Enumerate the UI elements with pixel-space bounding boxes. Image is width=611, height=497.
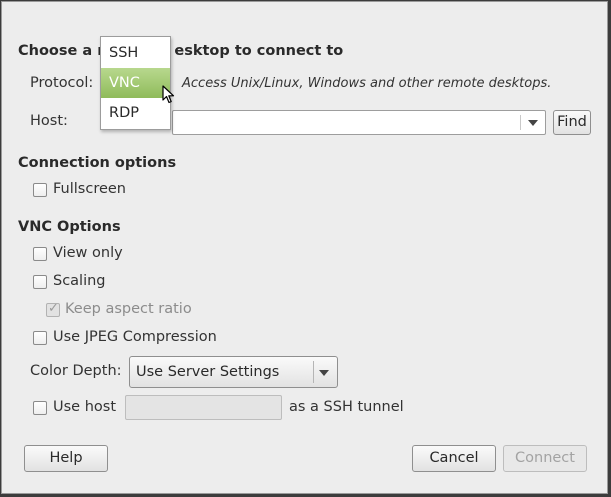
heading-suffix: esktop to connect to <box>174 43 344 59</box>
protocol-option-vnc[interactable]: VNC <box>101 68 170 98</box>
use-host-label[interactable]: Use host <box>53 399 116 415</box>
connect-button: Connect <box>503 445 587 472</box>
color-depth-separator <box>313 361 314 383</box>
heading-prefix: Choose a r <box>18 43 105 59</box>
host-label: Host: <box>30 113 68 129</box>
protocol-description: Access Unix/Linux, Windows and other rem… <box>182 76 552 91</box>
keep-aspect-checkbox: ✓ <box>46 301 60 317</box>
protocol-dropdown-menu: SSH VNC RDP <box>100 36 171 130</box>
scaling-label[interactable]: Scaling <box>53 273 106 289</box>
color-depth-value: Use Server Settings <box>136 364 280 380</box>
fullscreen-checkbox[interactable] <box>33 183 47 197</box>
use-host-checkbox[interactable] <box>33 401 47 415</box>
chevron-down-icon[interactable] <box>528 120 538 126</box>
vnc-options-heading: VNC Options <box>18 219 121 235</box>
color-depth-label: Color Depth: <box>30 363 122 379</box>
connect-dialog: Choose a r esktop to connect to Protocol:… <box>1 1 608 494</box>
scaling-checkbox[interactable] <box>33 275 47 289</box>
arrow-cursor-icon <box>162 85 175 104</box>
connection-options-heading: Connection options <box>18 155 177 171</box>
protocol-option-rdp[interactable]: RDP <box>101 98 170 128</box>
view-only-label[interactable]: View only <box>53 245 123 261</box>
host-combo[interactable] <box>172 110 546 135</box>
jpeg-compression-label[interactable]: Use JPEG Compression <box>53 329 217 345</box>
view-only-checkbox[interactable] <box>33 247 47 261</box>
help-button[interactable]: Help <box>24 445 108 472</box>
checkmark-icon: ✓ <box>48 301 59 316</box>
dialog-heading: Choose a r esktop to connect to <box>18 43 343 59</box>
protocol-label: Protocol: <box>30 75 94 91</box>
ssh-tunnel-host-input[interactable] <box>125 395 282 420</box>
cancel-button[interactable]: Cancel <box>412 445 496 472</box>
fullscreen-label[interactable]: Fullscreen <box>53 181 126 197</box>
find-button[interactable]: Find <box>553 110 591 135</box>
chevron-down-icon <box>319 370 329 376</box>
jpeg-compression-checkbox[interactable] <box>33 331 47 345</box>
host-input[interactable] <box>175 113 519 133</box>
keep-aspect-label: Keep aspect ratio <box>65 301 192 317</box>
ssh-tunnel-label: as a SSH tunnel <box>289 399 404 415</box>
color-depth-combo[interactable]: Use Server Settings <box>129 356 338 388</box>
host-combo-separator <box>520 115 521 130</box>
protocol-option-ssh[interactable]: SSH <box>101 38 170 68</box>
